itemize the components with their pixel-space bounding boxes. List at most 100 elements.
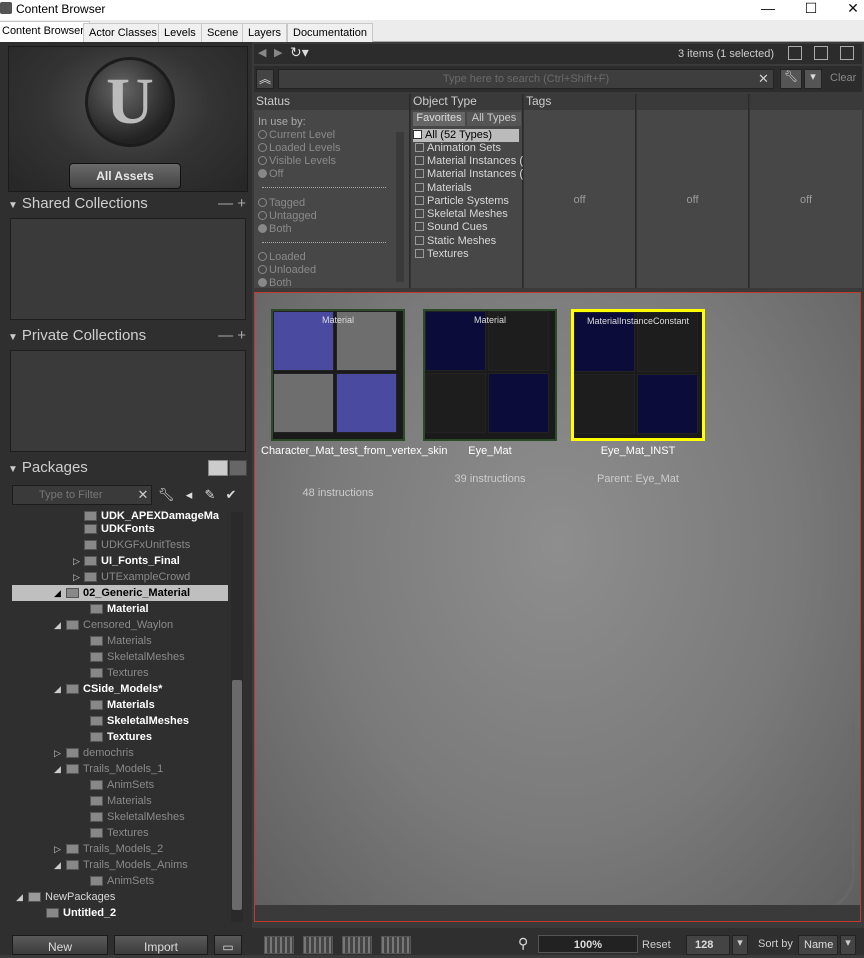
asset-thumbnail[interactable]: Material (423, 309, 557, 441)
type-option[interactable]: Textures (415, 248, 469, 261)
tree-item[interactable]: Materials (90, 793, 152, 809)
new-button[interactable]: New (12, 935, 108, 955)
status-option[interactable]: Loaded (258, 251, 306, 264)
private-collections-header[interactable]: ▼ Private Collections — + (8, 327, 248, 347)
expand-arrow-icon[interactable]: ▷ (73, 553, 80, 569)
clear-button[interactable]: Clear (830, 72, 856, 84)
tree-item[interactable]: ▷ UI_Fonts_Final (73, 553, 180, 569)
tree-item[interactable]: ◢ CSide_Models* (54, 681, 162, 697)
type-option[interactable]: Static Meshes (415, 235, 496, 248)
type-option-all[interactable]: All (52 Types) (413, 129, 519, 142)
close-icon[interactable]: ✕ (838, 0, 864, 20)
tree-item[interactable]: Materials (90, 633, 152, 649)
collapse-arrow-icon[interactable]: ◢ (54, 857, 61, 873)
tab-layers[interactable]: Layers (242, 23, 288, 42)
search-options-icon[interactable]: 🔧︎ (780, 69, 802, 89)
collapse-arrow-icon[interactable]: ◢ (54, 761, 61, 777)
collection-add-icon[interactable] (788, 46, 802, 60)
view-mode-4-icon[interactable] (381, 936, 411, 954)
tree-item[interactable]: Textures (90, 825, 149, 841)
status-option[interactable]: Visible Levels (258, 155, 336, 168)
speaker-icon[interactable]: ◂ (180, 486, 198, 504)
type-option[interactable]: Material Instances ( (415, 168, 523, 181)
view-mode-1-icon[interactable] (264, 936, 294, 954)
tree-item[interactable]: ▷ Trails_Models_2 (54, 841, 163, 857)
package-filter-input[interactable]: Type to Filter (12, 485, 152, 505)
tree-item[interactable]: Materials (90, 697, 155, 713)
sort-field[interactable]: Name (798, 935, 838, 955)
collapse-arrow-icon[interactable]: ◢ (54, 617, 61, 633)
scrollbar-thumb[interactable] (232, 680, 242, 910)
tree-item[interactable]: AnimSets (90, 777, 154, 793)
tree-item[interactable]: SkeletalMeshes (90, 649, 185, 665)
tree-item[interactable]: UDKFonts (84, 521, 155, 537)
new-window-icon[interactable] (840, 46, 854, 60)
tree-item[interactable]: SkeletalMeshes (90, 713, 189, 729)
tab-content-browser[interactable]: Content Browser (0, 21, 90, 42)
add-remove-icon[interactable]: — + (218, 195, 246, 212)
status-option[interactable]: Loaded Levels (258, 142, 341, 155)
history-icon[interactable]: ↻▾ (290, 44, 309, 61)
tags-filter-3[interactable]: off (750, 94, 862, 288)
package-tree[interactable]: UDK_APEXDamageMa UDKFonts UDKGFxUnitTest… (10, 508, 230, 922)
type-option[interactable]: Animation Sets (415, 142, 501, 155)
checkmark-icon[interactable]: ✔ (222, 486, 240, 504)
type-option[interactable]: Material Instances ( (415, 155, 523, 168)
tree-item[interactable]: ◢ NewPackages (16, 889, 115, 905)
tree-item[interactable]: ◢ Trails_Models_1 (54, 761, 163, 777)
sort-dropdown-icon[interactable]: ▾ (840, 935, 856, 955)
status-option[interactable]: Off (258, 168, 283, 181)
tree-item[interactable]: Material (90, 601, 149, 617)
tree-item[interactable]: Textures (90, 665, 149, 681)
tree-item[interactable]: ▷ demochris (54, 745, 134, 761)
tree-item[interactable]: ◢ Trails_Models_Anims (54, 857, 188, 873)
tree-item[interactable]: SkeletalMeshes (90, 809, 185, 825)
all-types-tab[interactable]: All Types (467, 112, 521, 126)
list-view-icon[interactable] (208, 460, 228, 476)
status-option[interactable]: Unloaded (258, 264, 316, 277)
tab-actor-classes[interactable]: Actor Classes (83, 23, 163, 42)
reset-button[interactable]: Reset (642, 936, 671, 954)
tree-view-icon[interactable] (229, 460, 247, 476)
tree-item[interactable]: ▷ UTExampleCrowd (73, 569, 190, 585)
status-option[interactable]: Untagged (258, 210, 317, 223)
status-option[interactable]: Tagged (258, 197, 305, 210)
collapse-filters-icon[interactable]: ︽ (256, 69, 274, 89)
forward-icon[interactable]: ▶ (274, 46, 282, 59)
view-mode-3-icon[interactable] (342, 936, 372, 954)
add-remove-icon[interactable]: — + (218, 327, 246, 344)
type-option[interactable]: Skeletal Meshes (415, 208, 508, 221)
thumb-size-dropdown-icon[interactable]: ▾ (732, 935, 748, 955)
clear-search-icon[interactable]: ✕ (758, 71, 769, 87)
search-input[interactable]: Type here to search (Ctrl+Shift+F) (278, 69, 774, 89)
tags-filter-1[interactable]: Tags off (524, 94, 636, 288)
type-option[interactable]: Sound Cues (415, 221, 488, 234)
tree-item[interactable]: Textures (90, 729, 152, 745)
shared-collections-header[interactable]: ▼ Shared Collections — + (8, 195, 248, 215)
tree-scrollbar[interactable] (231, 512, 243, 922)
tags-filter-2[interactable]: off (637, 94, 749, 288)
status-option[interactable]: Both (258, 277, 292, 287)
expand-arrow-icon[interactable]: ▷ (73, 569, 80, 585)
tree-item[interactable]: ◢ Censored_Waylon (54, 617, 173, 633)
folder-open-icon[interactable]: ▭ (214, 935, 242, 955)
collapse-arrow-icon[interactable]: ◢ (54, 681, 61, 697)
import-button[interactable]: Import (114, 935, 208, 955)
asset-thumbnail[interactable]: MaterialInstanceConstant (571, 309, 705, 441)
tree-item[interactable]: AnimSets (90, 873, 154, 889)
clear-filter-icon[interactable]: ✕ (134, 486, 152, 504)
zoom-field[interactable]: 100% (538, 935, 638, 953)
collapse-arrow-icon[interactable]: ◢ (16, 889, 23, 905)
expand-arrow-icon[interactable]: ▷ (54, 745, 61, 761)
favorites-tab[interactable]: Favorites (413, 112, 465, 126)
type-option[interactable]: Particle Systems (415, 195, 509, 208)
tree-item[interactable]: Untitled_2 (46, 905, 116, 921)
tab-scene[interactable]: Scene (201, 23, 245, 42)
search-dropdown-icon[interactable]: ▾ (804, 69, 822, 89)
pencil-icon[interactable]: ✎ (201, 486, 219, 504)
all-assets-button[interactable]: All Assets (69, 163, 181, 189)
status-scrollbar[interactable] (396, 132, 404, 282)
view-mode-2-icon[interactable] (303, 936, 333, 954)
tab-levels[interactable]: Levels (158, 23, 202, 42)
asset-grid[interactable]: Material Character_Mat_test_from_vertex_… (254, 292, 861, 922)
